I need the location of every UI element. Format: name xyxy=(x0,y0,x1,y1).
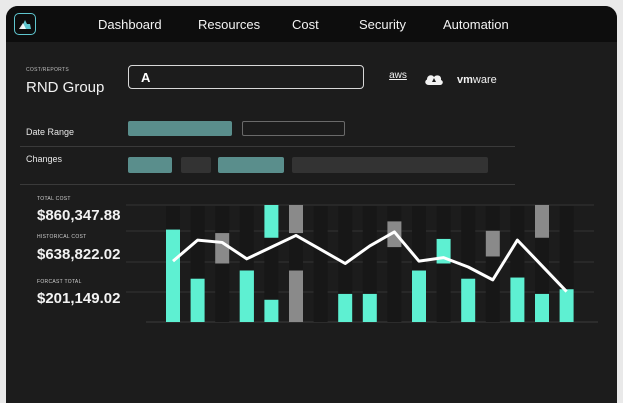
cost-chart xyxy=(126,204,598,323)
chart-bar xyxy=(289,270,303,322)
chart-background-column xyxy=(313,206,328,322)
app-window: Dashboard Resources Cost Security Automa… xyxy=(6,6,617,403)
chart-bar xyxy=(510,277,525,322)
chart-bar xyxy=(461,278,476,322)
chart-floating-bar xyxy=(289,205,303,234)
chart-bar xyxy=(535,293,549,322)
chart-bar xyxy=(338,293,353,322)
chart-floating-bar xyxy=(264,205,279,238)
chart-background-column xyxy=(436,206,451,322)
chart-floating-bar xyxy=(215,233,230,264)
chart-background-column xyxy=(215,206,230,322)
chart-background-column xyxy=(485,206,500,322)
chart-floating-bar xyxy=(535,205,549,238)
chart-bar xyxy=(264,299,279,322)
chart-floating-bar xyxy=(239,270,254,322)
chart-bar xyxy=(559,289,574,322)
chart-floating-bar xyxy=(485,230,500,257)
chart-bar xyxy=(412,270,426,322)
chart-bar xyxy=(362,293,377,322)
chart-bar xyxy=(190,278,205,322)
chart-bar xyxy=(166,229,180,322)
